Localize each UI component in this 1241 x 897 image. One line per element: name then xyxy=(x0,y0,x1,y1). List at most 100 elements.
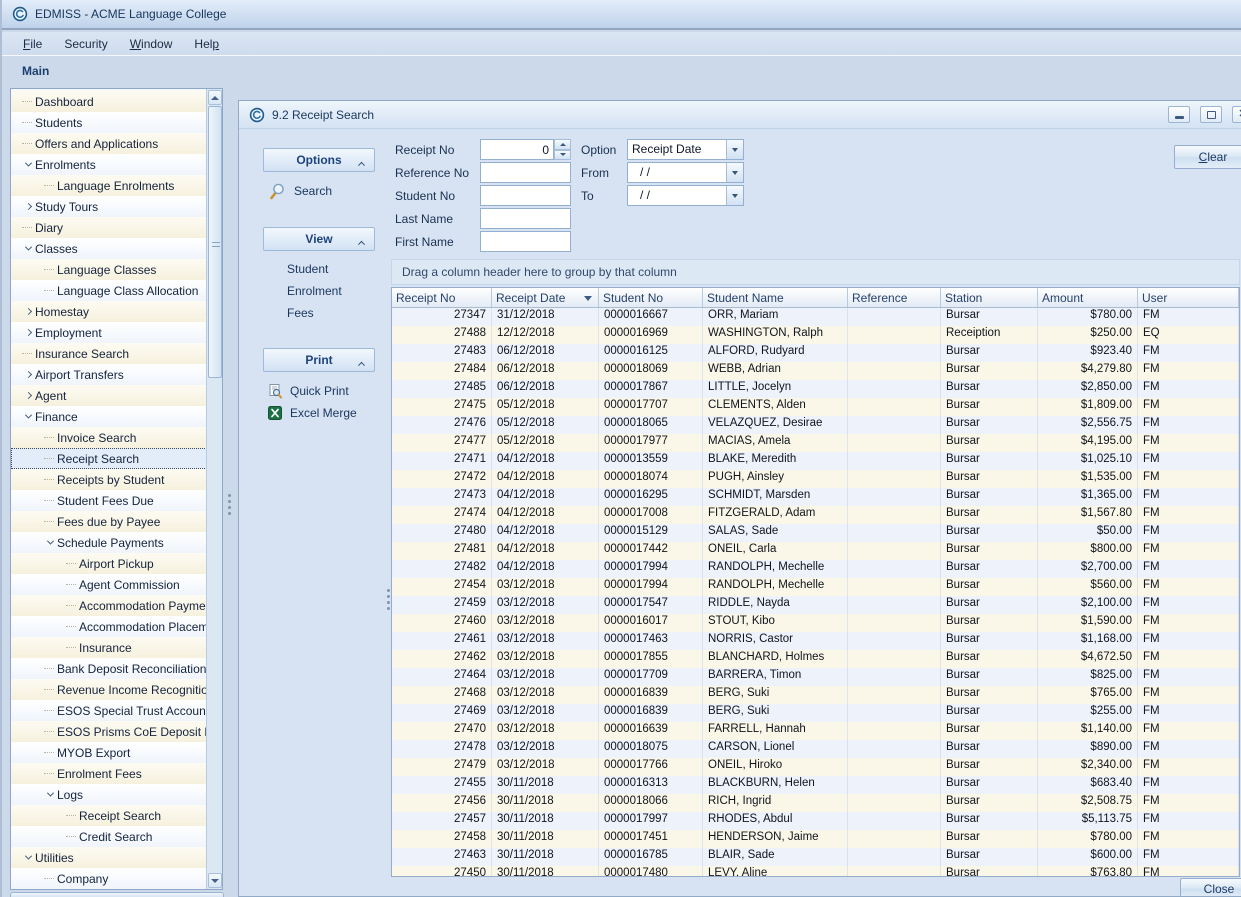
tree-item-dashboard[interactable]: Dashboard xyxy=(11,91,207,112)
panel-splitter[interactable] xyxy=(228,494,231,515)
table-row[interactable]: 2747204/12/20180000018074PUGH, AinsleyBu… xyxy=(392,470,1239,488)
tree-item-language-classes[interactable]: Language Classes xyxy=(11,259,207,280)
tree-item-logs[interactable]: Logs xyxy=(11,784,207,805)
collapsed-chevron-icon[interactable] xyxy=(21,372,35,377)
table-row[interactable]: 2746330/11/20180000016785BLAIR, SadeBurs… xyxy=(392,848,1239,866)
table-row[interactable]: 2746203/12/20180000017855BLANCHARD, Holm… xyxy=(392,650,1239,668)
menu-security[interactable]: Security xyxy=(55,34,116,54)
tree-item-receipt-search[interactable]: Receipt Search xyxy=(11,448,207,469)
table-row[interactable]: 2748812/12/20180000016969WASHINGTON, Ral… xyxy=(392,326,1239,344)
tree-item-airport-pickup[interactable]: Airport Pickup xyxy=(11,553,207,574)
tree-item-enrolment-fees[interactable]: Enrolment Fees xyxy=(11,763,207,784)
table-row[interactable]: 2747003/12/20180000016639FARRELL, Hannah… xyxy=(392,722,1239,740)
tree-scrollbar[interactable] xyxy=(206,89,222,889)
print-section-header[interactable]: Print xyxy=(263,348,375,372)
table-row[interactable]: 2746903/12/20180000016839BERG, SukiBursa… xyxy=(392,704,1239,722)
table-row[interactable]: 2746803/12/20180000016839BERG, SukiBursa… xyxy=(392,686,1239,704)
quick-print-button[interactable]: Quick Print xyxy=(267,383,349,399)
tree-item-accommodation-payment[interactable]: Accommodation Payment xyxy=(11,595,207,616)
tree-item-invoice-search[interactable]: Invoice Search xyxy=(11,427,207,448)
tree-item-credit-search[interactable]: Credit Search xyxy=(11,826,207,847)
column-header-reference[interactable]: Reference xyxy=(848,288,941,307)
table-row[interactable]: 2745530/11/20180000016313BLACKBURN, Hele… xyxy=(392,776,1239,794)
menu-file[interactable]: File xyxy=(14,34,51,54)
tree-item-esos-special-trust-account[interactable]: ESOS Special Trust Account xyxy=(11,700,207,721)
tree-item-company[interactable]: Company xyxy=(11,868,207,889)
tree-item-insurance-search[interactable]: Insurance Search xyxy=(11,343,207,364)
tree-item-student-fees-due[interactable]: Student Fees Due xyxy=(11,490,207,511)
expanded-chevron-icon[interactable] xyxy=(21,855,35,860)
collapsed-panel-stub[interactable] xyxy=(10,892,224,897)
view-enrolment-link[interactable]: Enrolment xyxy=(287,284,342,298)
tree-item-airport-transfers[interactable]: Airport Transfers xyxy=(11,364,207,385)
view-fees-link[interactable]: Fees xyxy=(287,306,314,320)
table-row[interactable]: 2747903/12/20180000017766ONEIL, HirokoBu… xyxy=(392,758,1239,776)
table-row[interactable]: 2745630/11/20180000018066RICH, IngridBur… xyxy=(392,794,1239,812)
table-row[interactable]: 2746103/12/20180000017463NORRIS, CastorB… xyxy=(392,632,1239,650)
table-row[interactable]: 2734731/12/20180000016667ORR, MariamBurs… xyxy=(392,308,1239,326)
tree-item-insurance[interactable]: Insurance xyxy=(11,637,207,658)
tree-item-agent-commission[interactable]: Agent Commission xyxy=(11,574,207,595)
student-no-input[interactable] xyxy=(480,185,571,206)
maximize-button-icon[interactable] xyxy=(1200,106,1222,123)
close-button-icon[interactable]: ✕ xyxy=(1232,106,1241,123)
table-row[interactable]: 2748104/12/20180000017442ONEIL, CarlaBur… xyxy=(392,542,1239,560)
tree-item-receipt-search[interactable]: Receipt Search xyxy=(11,805,207,826)
tree-item-enrolments[interactable]: Enrolments xyxy=(11,154,207,175)
view-section-header[interactable]: View xyxy=(263,227,375,251)
column-header-amount[interactable]: Amount xyxy=(1038,288,1138,307)
dropdown-arrow-icon[interactable] xyxy=(726,163,743,182)
column-header-receipt-date[interactable]: Receipt Date xyxy=(492,288,599,307)
table-row[interactable]: 2745403/12/20180000017994RANDOLPH, Meche… xyxy=(392,578,1239,596)
receipt-no-input[interactable] xyxy=(480,139,554,160)
table-row[interactable]: 2747605/12/20180000018065VELAZQUEZ, Desi… xyxy=(392,416,1239,434)
table-row[interactable]: 2747104/12/20180000013559BLAKE, Meredith… xyxy=(392,452,1239,470)
table-row[interactable]: 2747304/12/20180000016295SCHMIDT, Marsde… xyxy=(392,488,1239,506)
tree-item-employment[interactable]: Employment xyxy=(11,322,207,343)
table-row[interactable]: 2748204/12/20180000017994RANDOLPH, Meche… xyxy=(392,560,1239,578)
table-row[interactable]: 2745903/12/20180000017547RIDDLE, NaydaBu… xyxy=(392,596,1239,614)
table-row[interactable]: 2747803/12/20180000018075CARSON, LionelB… xyxy=(392,740,1239,758)
receipt-no-spinner[interactable] xyxy=(554,139,571,160)
group-by-bar[interactable]: Drag a column header here to group by th… xyxy=(391,259,1240,285)
table-row[interactable]: 2748506/12/20180000017867LITTLE, Jocelyn… xyxy=(392,380,1239,398)
dropdown-arrow-icon[interactable] xyxy=(726,140,743,159)
sort-filter-arrow-icon[interactable] xyxy=(584,296,592,301)
tree-item-language-class-allocation[interactable]: Language Class Allocation xyxy=(11,280,207,301)
reference-no-input[interactable] xyxy=(480,162,571,183)
column-header-student-no[interactable]: Student No xyxy=(599,288,703,307)
tree-item-schedule-payments[interactable]: Schedule Payments xyxy=(11,532,207,553)
to-date-input[interactable]: / / xyxy=(627,185,744,206)
expanded-chevron-icon[interactable] xyxy=(43,792,57,797)
tree-item-esos-prisms-coe-deposit-expor[interactable]: ESOS Prisms CoE Deposit Expor xyxy=(11,721,207,742)
expanded-chevron-icon[interactable] xyxy=(21,162,35,167)
expanded-chevron-icon[interactable] xyxy=(21,414,35,419)
table-row[interactable]: 2747505/12/20180000017707CLEMENTS, Alden… xyxy=(392,398,1239,416)
table-row[interactable]: 2747705/12/20180000017977MACIAS, AmelaBu… xyxy=(392,434,1239,452)
expanded-chevron-icon[interactable] xyxy=(43,540,57,545)
column-header-student-name[interactable]: Student Name xyxy=(703,288,848,307)
tree-item-accommodation-placement[interactable]: Accommodation Placement xyxy=(11,616,207,637)
column-header-station[interactable]: Station xyxy=(941,288,1038,307)
table-row[interactable]: 2747404/12/20180000017008FITZGERALD, Ada… xyxy=(392,506,1239,524)
table-row[interactable]: 2745830/11/20180000017451HENDERSON, Jaim… xyxy=(392,830,1239,848)
menu-window[interactable]: Window xyxy=(121,34,182,54)
last-name-input[interactable] xyxy=(480,208,571,229)
tree-item-revenue-income-recognition[interactable]: Revenue Income Recognition xyxy=(11,679,207,700)
tree-item-language-enrolments[interactable]: Language Enrolments xyxy=(11,175,207,196)
tree-item-homestay[interactable]: Homestay xyxy=(11,301,207,322)
tree-item-agent[interactable]: Agent xyxy=(11,385,207,406)
view-student-link[interactable]: Student xyxy=(287,262,328,276)
tree-item-study-tours[interactable]: Study Tours xyxy=(11,196,207,217)
column-header-user[interactable]: User xyxy=(1138,288,1239,307)
tree-item-students[interactable]: Students xyxy=(11,112,207,133)
tree-item-myob-export[interactable]: MYOB Export xyxy=(11,742,207,763)
tree-item-fees-due-by-payee[interactable]: Fees due by Payee xyxy=(11,511,207,532)
tree-item-utilities[interactable]: Utilities xyxy=(11,847,207,868)
menu-help[interactable]: Help xyxy=(185,34,228,54)
dropdown-arrow-icon[interactable] xyxy=(726,186,743,205)
table-row[interactable]: 2745030/11/20180000017480LEVY, AlineBurs… xyxy=(392,866,1239,877)
table-row[interactable]: 2748406/12/20180000018069WEBB, AdrianBur… xyxy=(392,362,1239,380)
tree-item-offers-and-applications[interactable]: Offers and Applications xyxy=(11,133,207,154)
window-titlebar[interactable]: 9.2 Receipt Search ✕ xyxy=(239,101,1241,129)
